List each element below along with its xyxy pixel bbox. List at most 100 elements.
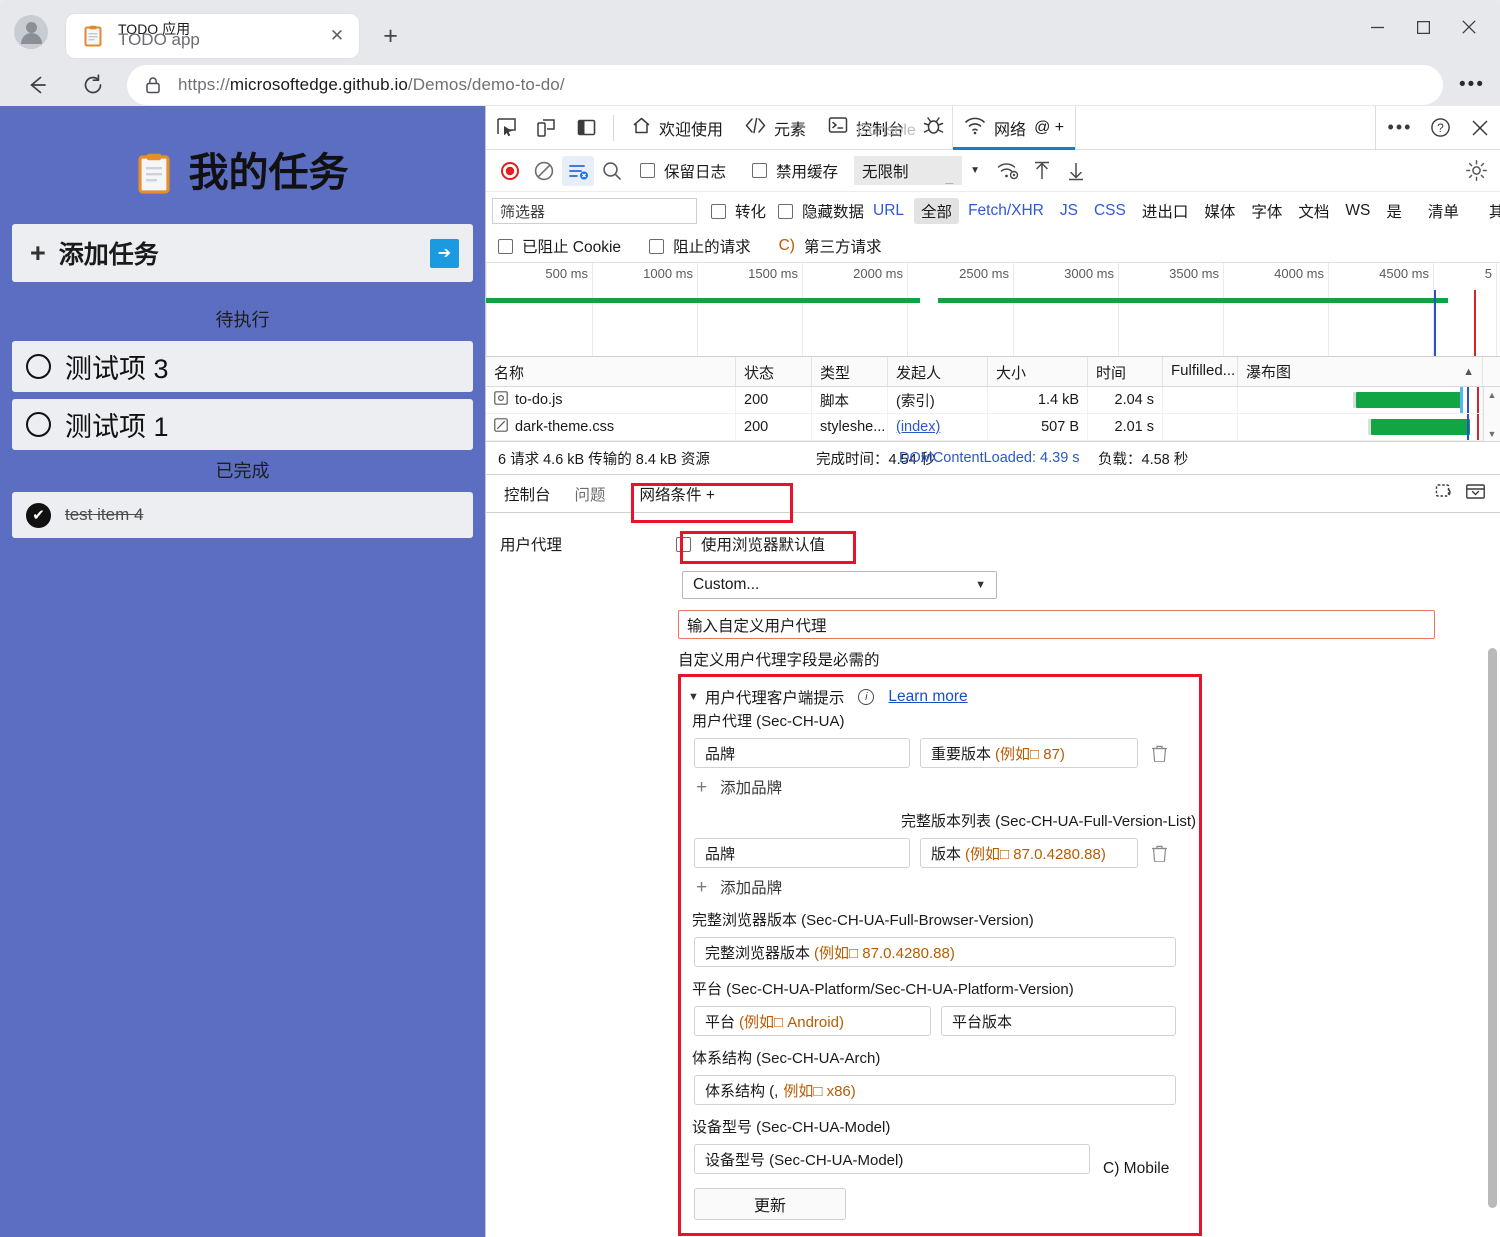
browser-menu-button[interactable]: ••• (1456, 71, 1488, 99)
restore-drawer-icon[interactable] (1434, 481, 1455, 507)
blocked-cookies-checkbox[interactable]: 已阻止 Cookie (498, 235, 621, 257)
column-header-status[interactable]: 状态 (736, 357, 812, 386)
settings-gear-icon[interactable] (1460, 156, 1492, 186)
table-row[interactable]: dark-theme.css 200 styleshe... (index) 5… (486, 414, 1483, 441)
tab-elements[interactable]: 元素 (734, 106, 817, 150)
user-agent-select[interactable]: Custom... ▼ (682, 571, 997, 599)
list-item[interactable]: 测试项 3 (12, 341, 473, 392)
cell-initiator[interactable]: (index) (888, 414, 988, 440)
circle-unchecked-icon[interactable] (26, 354, 51, 379)
drawer-tab-network-conditions[interactable]: 网络条件 + (618, 475, 737, 513)
cell-name[interactable]: dark-theme.css (486, 414, 736, 440)
browser-tab[interactable]: TODO 应用 TODO app ✕ (66, 14, 359, 58)
column-header-type[interactable]: 类型 (812, 357, 888, 386)
back-button[interactable] (18, 66, 56, 104)
circle-unchecked-icon[interactable] (26, 412, 51, 437)
throttling-dropdown[interactable]: 无限制 _ (854, 156, 962, 185)
column-header-fulfilled[interactable]: Fulfilled... (1163, 357, 1238, 386)
tab-welcome[interactable]: 欢迎使用 (621, 106, 734, 150)
window-maximize-button[interactable] (1400, 10, 1446, 44)
use-browser-default-checkbox[interactable]: 使用浏览器默认值 (676, 533, 825, 555)
devtools-close-icon[interactable] (1460, 108, 1500, 148)
column-header-initiator[interactable]: 发起人 (888, 357, 988, 386)
cell-initiator[interactable]: (索引) (888, 387, 988, 413)
record-button[interactable] (494, 156, 526, 186)
mobile-checkbox-label[interactable]: C) Mobile (1103, 1160, 1169, 1178)
help-icon[interactable]: ? (1420, 108, 1460, 148)
network-settings-icon[interactable] (992, 156, 1024, 186)
filter-type-img[interactable]: 进出口 (1135, 198, 1196, 224)
disable-cache-checkbox[interactable]: 禁用缓存 (752, 160, 838, 182)
filter-input[interactable]: 筛选器 (492, 198, 697, 224)
version-input[interactable]: 版本 (例如□ 87.0.4280.88) (920, 838, 1138, 868)
platform-version-input[interactable]: 平台版本 (941, 1006, 1176, 1036)
update-button[interactable]: 更新 (694, 1188, 846, 1220)
profile-avatar[interactable] (14, 15, 48, 49)
full-browser-version-input[interactable]: 完整浏览器版本 (例如□ 87.0.4280.88) (694, 937, 1176, 967)
tab-close-icon[interactable]: ✕ (325, 24, 349, 48)
add-brand-button-1[interactable]: + 添加品牌 (678, 776, 1200, 798)
network-overview-timeline[interactable]: 500 ms 1000 ms 1500 ms 2000 ms 2500 ms 3… (486, 262, 1500, 357)
add-brand-button-2[interactable]: + 添加品牌 (678, 876, 1200, 898)
devtools-more-button[interactable]: ••• (1380, 108, 1420, 148)
export-har-icon[interactable] (1060, 156, 1092, 186)
invert-checkbox[interactable]: 转化 (711, 200, 766, 222)
scroll-up-icon[interactable]: ▲ (1488, 387, 1497, 402)
dock-side-icon[interactable] (566, 108, 606, 148)
filter-type-js[interactable]: JS (1053, 200, 1085, 222)
filter-type-other[interactable]: 其他 (1482, 198, 1500, 224)
drawer-tab-console[interactable]: 控制台 (492, 475, 563, 513)
triangle-expanded-icon[interactable]: ▼ (688, 691, 699, 703)
checkbox-box[interactable] (649, 239, 664, 254)
import-har-icon[interactable] (1026, 156, 1058, 186)
inspect-element-icon[interactable] (486, 108, 526, 148)
table-scrollbar[interactable]: ▲ ▼ (1483, 387, 1500, 441)
new-tab-button[interactable]: + (376, 22, 405, 51)
column-header-name[interactable]: 名称 (486, 357, 736, 386)
column-header-size[interactable]: 大小 (988, 357, 1088, 386)
drawer-tab-issues[interactable]: 问题 (563, 475, 618, 513)
learn-more-link[interactable]: Learn more (888, 688, 967, 706)
table-row[interactable]: to-do.js 200 脚本 (索引) 1.4 kB 2.04 s (486, 387, 1483, 414)
filter-type-font[interactable]: 字体 (1244, 198, 1289, 224)
column-header-time[interactable]: 时间 (1088, 357, 1163, 386)
custom-user-agent-input[interactable]: 输入自定义用户代理 (678, 610, 1435, 639)
scroll-down-icon[interactable]: ▼ (1488, 426, 1497, 441)
third-party-checkbox[interactable]: C) 第三方请求 (779, 235, 882, 257)
filter-type-fetchxhr[interactable]: Fetch/XHR (961, 200, 1051, 222)
hide-data-urls-checkbox[interactable]: 隐藏数据 URL (778, 200, 904, 222)
checkbox-box[interactable] (676, 537, 691, 552)
drawer-scrollbar-thumb[interactable] (1488, 648, 1497, 1208)
clear-button[interactable] (528, 156, 560, 186)
platform-input[interactable]: 平台 (例如□ Android) (694, 1006, 931, 1036)
brand-input[interactable]: 品牌 (694, 838, 910, 868)
brand-input[interactable]: 品牌 (694, 738, 910, 768)
initiator-link[interactable]: (index) (896, 419, 940, 435)
arch-input[interactable]: 体系结构 (, 例如□ x86) (694, 1075, 1176, 1105)
blocked-requests-checkbox[interactable]: 阻止的请求 (649, 235, 751, 257)
preserve-log-checkbox[interactable]: 保留日志 (640, 160, 726, 182)
add-task-submit-button[interactable]: ➔ (430, 239, 459, 268)
significant-version-input[interactable]: 重要版本 (例如□ 87) (920, 738, 1138, 768)
tab-debugger[interactable] (915, 106, 952, 150)
checkbox-box[interactable] (711, 204, 726, 219)
sort-ascending-icon[interactable]: ▲ (1463, 366, 1474, 378)
filter-type-ws[interactable]: WS (1338, 200, 1377, 222)
reload-button[interactable] (74, 66, 112, 104)
search-icon[interactable] (596, 156, 628, 186)
filter-type-media[interactable]: 媒体 (1197, 198, 1242, 224)
address-bar[interactable]: https://microsoftedge.github.io/Demos/de… (127, 65, 1443, 105)
checkbox-box[interactable] (498, 239, 513, 254)
filter-type-manifest[interactable]: 清单 (1421, 198, 1466, 224)
delete-brand-icon[interactable] (1148, 842, 1170, 864)
chevron-down-icon[interactable]: ▼ (964, 165, 986, 176)
cell-name[interactable]: to-do.js (486, 387, 736, 413)
tab-network[interactable]: 网络 @ + (952, 106, 1076, 150)
model-input[interactable]: 设备型号 (Sec-CH-UA-Model) (694, 1144, 1090, 1174)
add-task-input[interactable]: 添加任务 (59, 235, 430, 271)
filter-type-doc[interactable]: 文档 (1291, 198, 1336, 224)
add-task-row[interactable]: + 添加任务 ➔ (12, 224, 473, 282)
checkbox-box[interactable] (640, 163, 655, 178)
filter-type-all[interactable]: 全部 (914, 198, 959, 224)
delete-brand-icon[interactable] (1148, 742, 1170, 764)
